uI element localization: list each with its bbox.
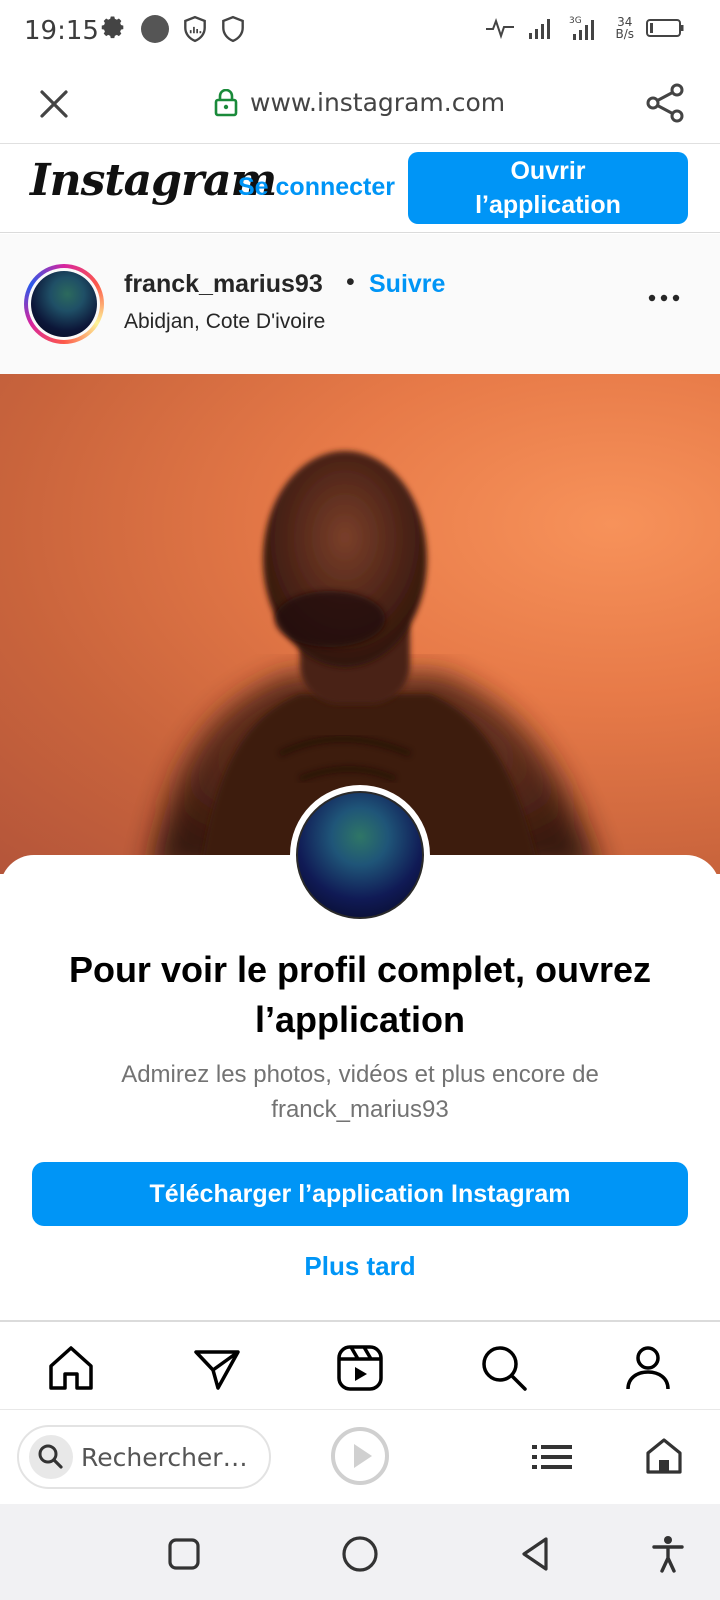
avatar-border xyxy=(28,268,100,340)
search-icon[interactable] xyxy=(478,1342,530,1394)
lock-icon xyxy=(214,88,238,116)
login-link[interactable]: Se connecter xyxy=(238,173,395,202)
network-speed-unit: B/s xyxy=(615,27,634,41)
close-icon[interactable] xyxy=(34,84,74,124)
browser-search-icon-bg xyxy=(29,1435,73,1479)
browser-search-placeholder: Rechercher… xyxy=(81,1443,248,1472)
username-separator: • xyxy=(346,268,355,296)
tabs-list-icon[interactable] xyxy=(532,1440,572,1474)
later-button[interactable]: Plus tard xyxy=(0,1251,720,1282)
record-dot-icon xyxy=(141,15,169,43)
instagram-header: Instagram Se connecter Ouvrir l’applicat… xyxy=(0,145,720,233)
post-location[interactable]: Abidjan, Cote D'ivoire xyxy=(124,310,325,334)
signal-3g-icon: 3G xyxy=(569,16,595,40)
browser-toolbar: Rechercher… xyxy=(0,1410,720,1504)
home-icon[interactable] xyxy=(45,1342,97,1394)
status-right-icons: 3G 34 B/s xyxy=(485,14,684,42)
follow-button[interactable]: Suivre xyxy=(369,270,445,299)
more-options-icon[interactable] xyxy=(644,286,684,310)
reels-icon[interactable] xyxy=(334,1342,386,1394)
post-header: franck_marius93 • Suivre Abidjan, Cote D… xyxy=(0,234,720,374)
sheet-title: Pour voir le profil complet, ouvrez l’ap… xyxy=(68,949,652,1040)
direct-message-icon[interactable] xyxy=(190,1342,242,1394)
open-app-button[interactable]: Ouvrir l’application xyxy=(408,152,688,224)
profile-icon[interactable] xyxy=(622,1342,674,1394)
browser-search-field[interactable]: Rechercher… xyxy=(17,1425,271,1489)
share-icon[interactable] xyxy=(644,82,686,124)
status-time: 19:15 xyxy=(24,16,99,46)
sheet-description: Admirez les photos, vidéos et plus encor… xyxy=(121,1061,599,1123)
settings-gear-icon xyxy=(101,16,124,39)
network-type-label: 3G xyxy=(569,16,582,26)
android-nav-bar xyxy=(0,1504,720,1600)
play-media-icon[interactable] xyxy=(330,1426,390,1486)
url-display[interactable]: www.instagram.com xyxy=(214,88,505,117)
magnifier-icon xyxy=(38,1444,63,1469)
open-app-label-line2: l’application xyxy=(475,191,621,219)
shield-icon xyxy=(222,15,244,43)
browser-home-icon[interactable] xyxy=(644,1436,684,1476)
avatar-image xyxy=(31,271,97,337)
story-avatar[interactable] xyxy=(24,264,104,344)
back-triangle-icon[interactable] xyxy=(516,1534,556,1574)
recents-square-icon[interactable] xyxy=(164,1534,204,1574)
shield-data-icon xyxy=(184,15,206,43)
url-text: www.instagram.com xyxy=(250,88,506,117)
accessibility-icon[interactable] xyxy=(648,1534,688,1574)
activity-pulse-icon xyxy=(486,18,515,40)
beard-shape xyxy=(275,591,385,647)
signal-bars-icon xyxy=(529,19,551,39)
network-speed: 34 B/s xyxy=(615,16,634,40)
download-app-button[interactable]: Télécharger l’application Instagram xyxy=(32,1162,688,1226)
battery-icon xyxy=(646,19,684,37)
home-circle-icon[interactable] xyxy=(340,1534,380,1574)
status-bar: 19:15 3G 34 B/s xyxy=(0,0,720,66)
post-username[interactable]: franck_marius93 xyxy=(124,270,323,299)
open-app-label-line1: Ouvrir xyxy=(510,157,586,185)
browser-url-bar: www.instagram.com xyxy=(0,66,720,144)
sheet-avatar xyxy=(290,785,430,925)
instagram-tab-bar xyxy=(0,1320,720,1410)
open-app-sheet: Pour voir le profil complet, ouvrez l’ap… xyxy=(0,785,720,1320)
status-left-icons xyxy=(100,14,246,44)
sheet-avatar-image xyxy=(296,791,424,919)
